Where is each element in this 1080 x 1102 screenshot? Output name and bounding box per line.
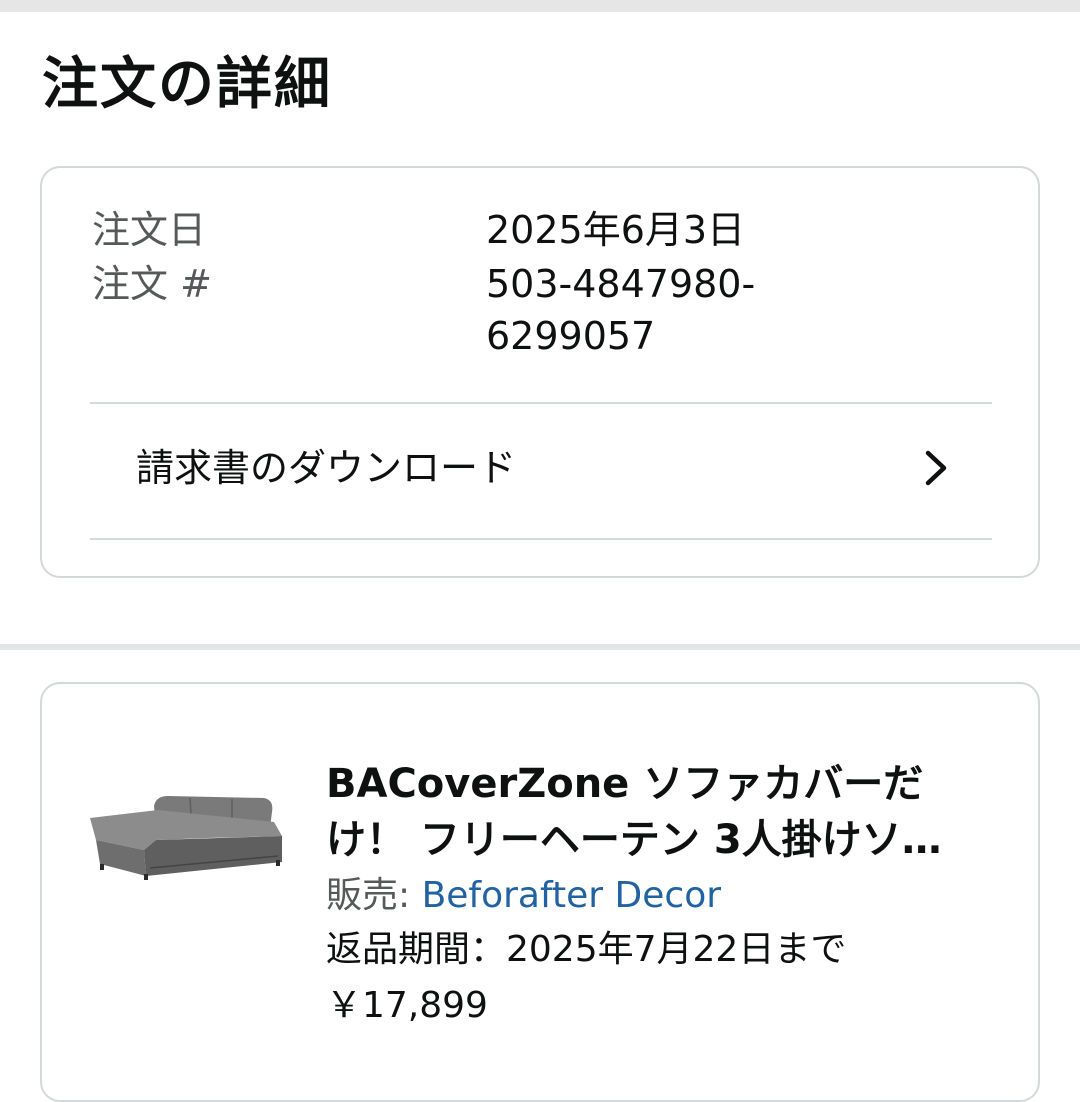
- seller-link[interactable]: Beforafter Decor: [422, 875, 721, 916]
- download-invoice-label: 請求書のダウンロード: [136, 446, 517, 490]
- order-number-line2: 6299057: [486, 314, 656, 358]
- chevron-right-icon: [925, 450, 947, 486]
- order-date-label: 注文日: [92, 208, 207, 252]
- item-title-link[interactable]: BACoverZone ソファカバーだ け！ フリーヘーテン 3人掛けソ…: [326, 756, 1006, 868]
- page-title: 注文の詳細: [42, 52, 332, 117]
- seller-prefix: 販売:: [326, 875, 422, 916]
- order-number-line1: 503-4847980-: [486, 262, 756, 306]
- order-item-card: BACoverZone ソファカバーだ け！ フリーヘーテン 3人掛けソ… 販売…: [40, 682, 1040, 1102]
- order-number-value: 503-4847980- 6299057: [486, 258, 886, 362]
- sofa-thumbnail[interactable]: [86, 784, 286, 884]
- seller-line: 販売: Beforafter Decor: [326, 870, 721, 922]
- order-number-label: 注文 #: [92, 262, 212, 306]
- item-price: ￥17,899: [326, 985, 488, 1026]
- return-window-text: 返品期間：2025年7月22日まで: [326, 929, 847, 970]
- top-strip: [0, 0, 1080, 12]
- order-date-value: 2025年6月3日: [486, 208, 746, 252]
- order-summary-card: 注文日 2025年6月3日 注文 # 503-4847980- 6299057 …: [40, 166, 1040, 578]
- section-separator: [0, 644, 1080, 650]
- item-title-line1: BACoverZone ソファカバーだ: [326, 761, 924, 807]
- item-title-line2: け！ フリーヘーテン 3人掛けソ…: [326, 817, 942, 863]
- divider: [90, 538, 992, 540]
- download-invoice-row[interactable]: 請求書のダウンロード: [90, 404, 992, 538]
